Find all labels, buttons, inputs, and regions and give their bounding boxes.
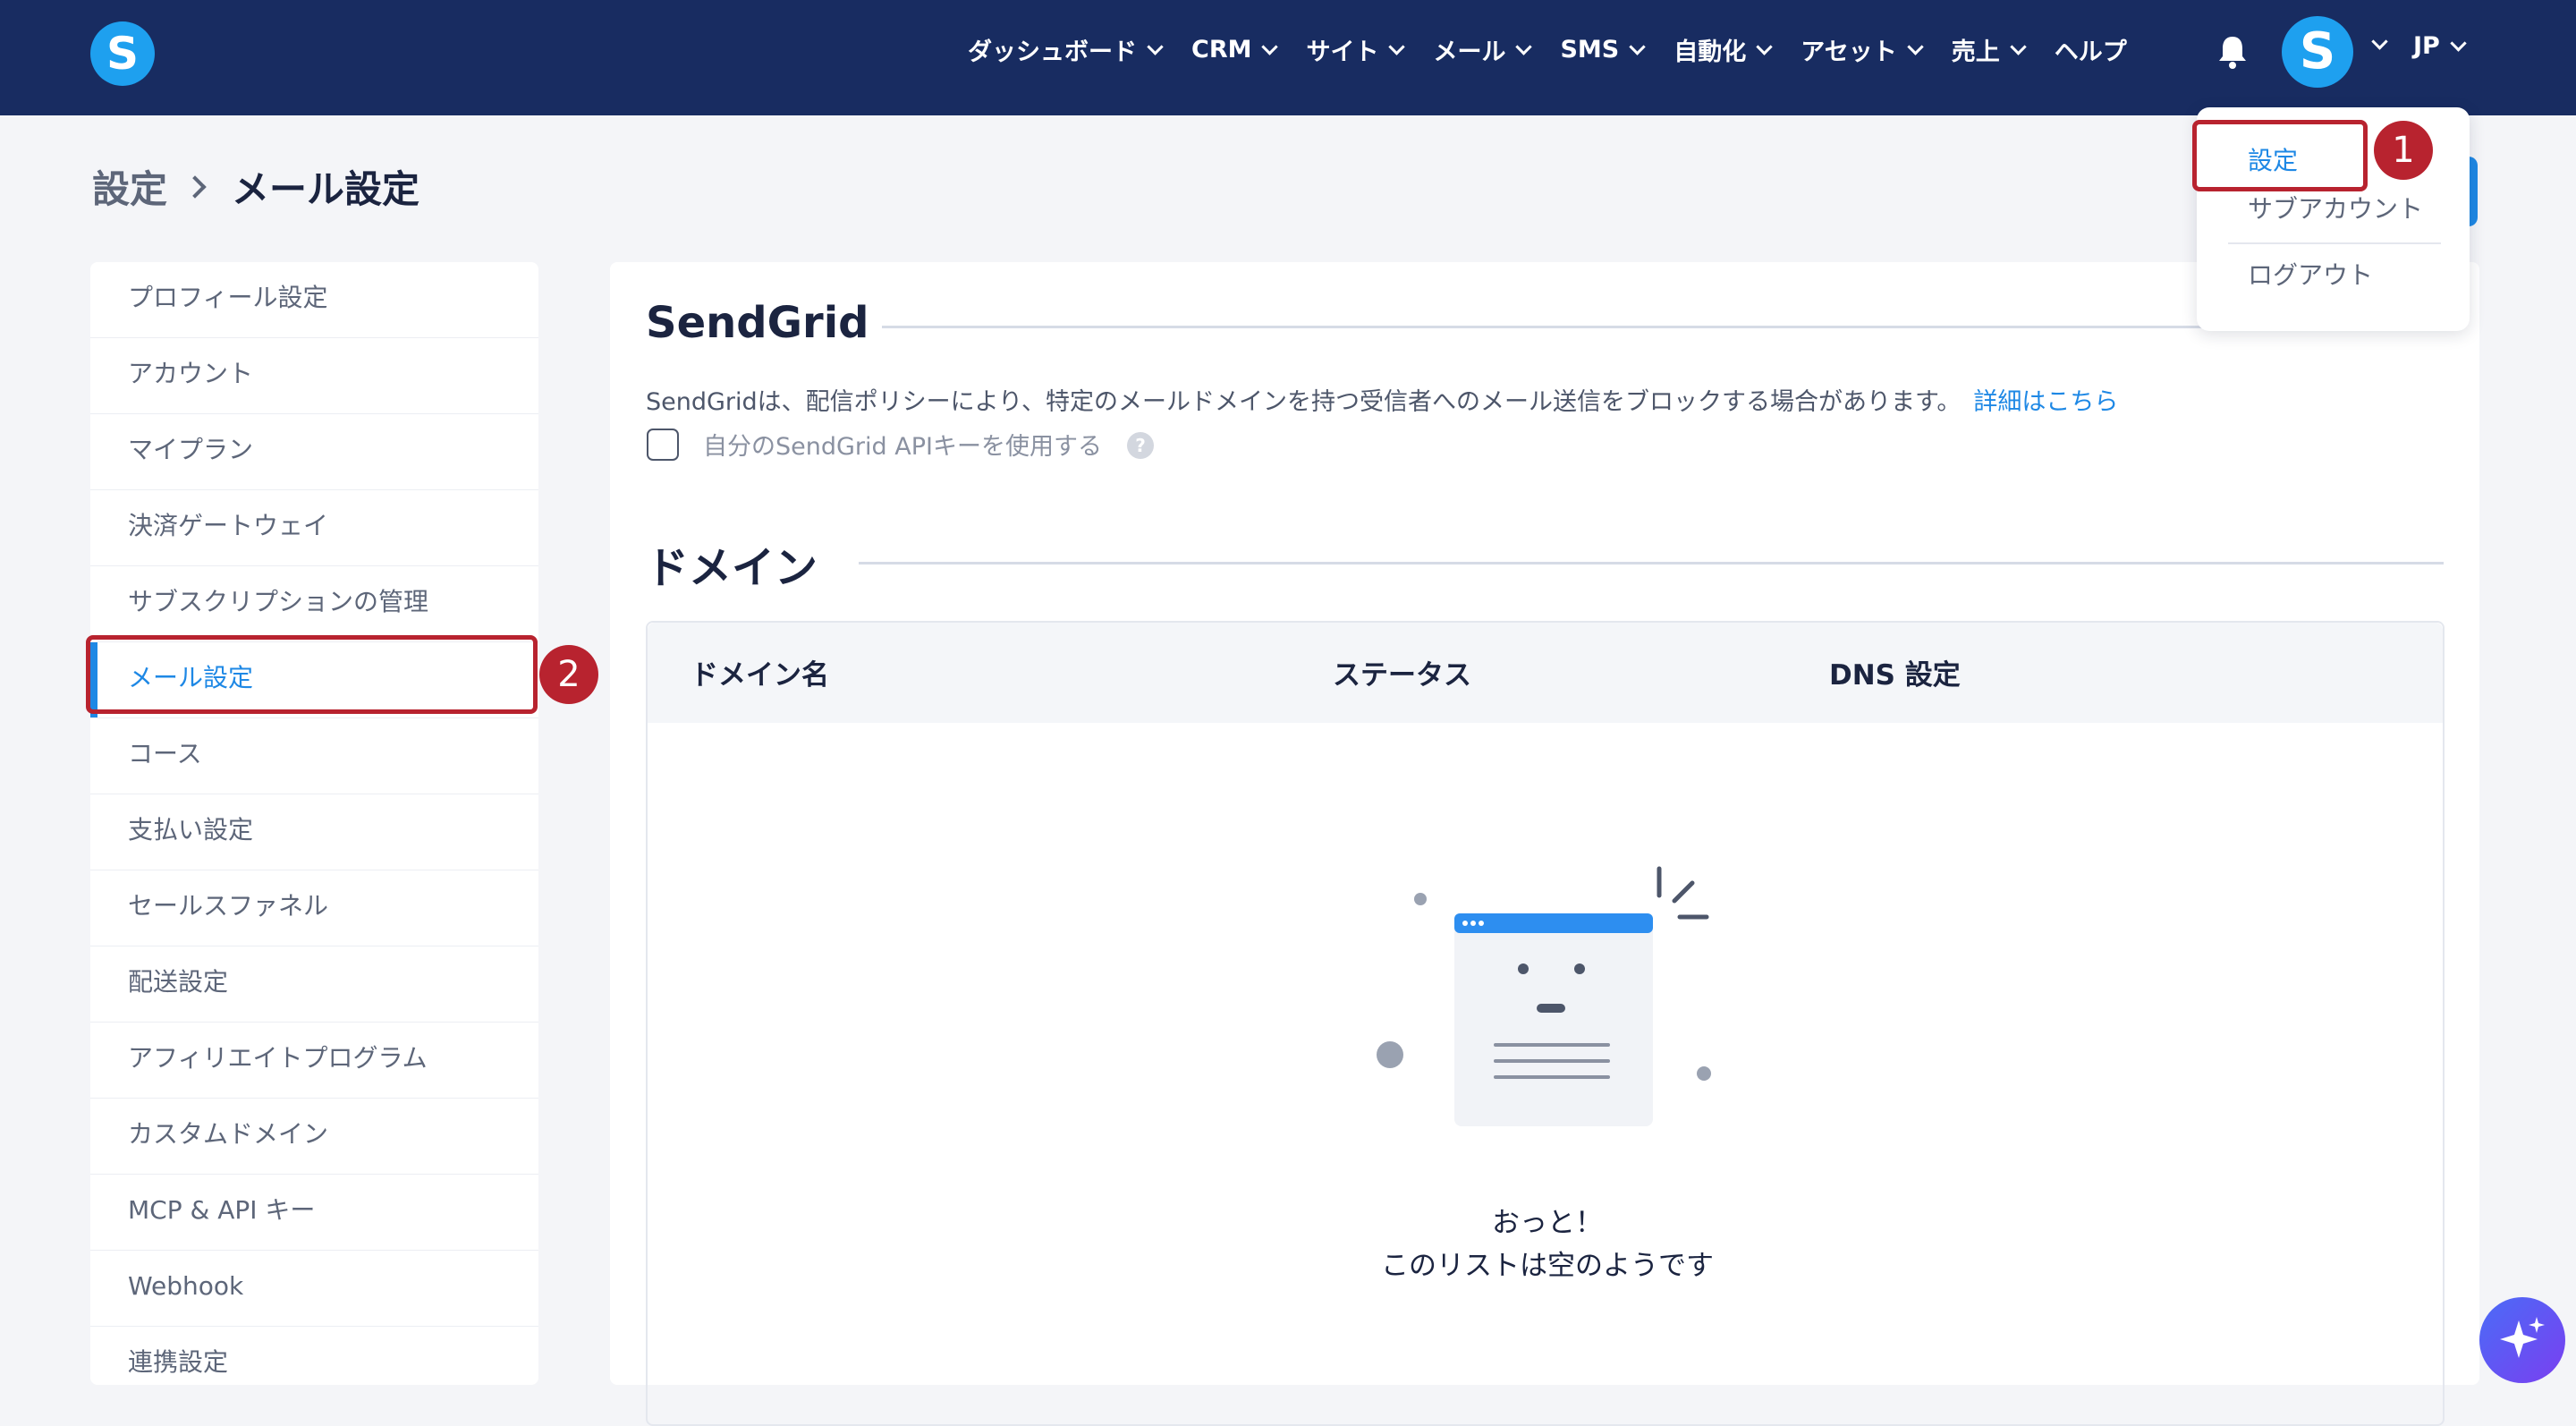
learn-more-link[interactable]: 詳細はこちら bbox=[1973, 388, 2118, 416]
nav-assets[interactable]: アセット bbox=[1801, 32, 1924, 67]
description-text: SendGridは、配信ポリシーにより、特定のメールドメインを持つ受信者へのメー… bbox=[646, 388, 1962, 416]
nav-help[interactable]: ヘルプ bbox=[2055, 32, 2127, 67]
chevron-down-icon[interactable] bbox=[2371, 33, 2388, 50]
highlight-box-email-settings bbox=[86, 635, 538, 714]
step-badge-2: 2 bbox=[539, 645, 598, 704]
top-navigation-bar: S ダッシュボード CRM サイト メール SMS 自動化 アセット 売上 ヘル… bbox=[0, 0, 2576, 115]
user-avatar[interactable]: S bbox=[2282, 16, 2353, 88]
column-dns-settings: DNS 設定 bbox=[1829, 659, 1961, 692]
sendgrid-description: SendGridは、配信ポリシーにより、特定のメールドメインを持つ受信者へのメー… bbox=[646, 382, 2118, 417]
help-icon[interactable]: ? bbox=[1127, 432, 1154, 459]
sidebar-item-payment-gateway[interactable]: 決済ゲートウェイ bbox=[90, 490, 538, 566]
chevron-down-icon bbox=[1261, 38, 1279, 55]
column-status: ステータス bbox=[1333, 659, 1471, 692]
sidebar-item-webhook[interactable]: Webhook bbox=[90, 1251, 538, 1327]
column-domain-name: ドメイン名 bbox=[691, 659, 829, 692]
chevron-down-icon bbox=[1629, 38, 1646, 55]
empty-state-subtitle: このリストは空のようです bbox=[1381, 1250, 1714, 1282]
sidebar-item-courses[interactable]: コース bbox=[90, 718, 538, 794]
nav-label: ヘルプ bbox=[2054, 38, 2127, 66]
chevron-right-icon bbox=[183, 174, 207, 199]
nav-label: ダッシュボード bbox=[968, 38, 1137, 66]
page-title: メール設定 bbox=[232, 167, 420, 211]
chevron-down-icon bbox=[1756, 38, 1773, 55]
nav-site[interactable]: サイト bbox=[1306, 32, 1406, 67]
language-label: JP bbox=[2413, 32, 2440, 60]
breadcrumb-parent[interactable]: 設定 bbox=[92, 159, 167, 214]
nav-label: 売上 bbox=[1951, 38, 2000, 66]
ai-assistant-button[interactable] bbox=[2479, 1297, 2565, 1383]
nav-label: アセット bbox=[1801, 38, 1897, 66]
settings-sidebar: プロフィール設定 アカウント マイプラン 決済ゲートウェイ サブスクリプションの… bbox=[90, 262, 538, 1385]
menu-item-sub-account[interactable]: サブアカウント bbox=[2248, 190, 2423, 225]
empty-state-message: おっと！ このリストは空のようです bbox=[1190, 1201, 1905, 1287]
language-selector[interactable]: JP bbox=[2413, 32, 2468, 60]
nav-label: CRM bbox=[1191, 35, 1252, 64]
sidebar-item-integrations[interactable]: 連携設定 bbox=[90, 1327, 538, 1385]
breadcrumb: 設定 メール設定 bbox=[92, 159, 419, 214]
table-header: ドメイン名 ステータス DNS 設定 bbox=[648, 623, 2443, 723]
chevron-down-icon bbox=[2010, 38, 2027, 55]
domain-title: ドメイン bbox=[646, 543, 818, 593]
chevron-down-icon bbox=[1147, 38, 1164, 55]
section-divider bbox=[859, 562, 2444, 564]
nav-label: SMS bbox=[1560, 35, 1620, 64]
sidebar-item-custom-domain[interactable]: カスタムドメイン bbox=[90, 1099, 538, 1175]
empty-list-illustration bbox=[1377, 866, 1711, 1126]
nav-sms[interactable]: SMS bbox=[1560, 36, 1647, 64]
app-logo[interactable]: S bbox=[90, 21, 155, 86]
chevron-down-icon bbox=[1515, 38, 1533, 55]
chevron-down-icon bbox=[1907, 38, 1924, 55]
menu-item-logout[interactable]: ログアウト bbox=[2248, 256, 2373, 292]
step-badge-1: 1 bbox=[2374, 121, 2433, 180]
nav-label: サイト bbox=[1306, 38, 1379, 66]
nav-mail[interactable]: メール bbox=[1433, 32, 1533, 67]
empty-state-title: おっと！ bbox=[1492, 1207, 1603, 1239]
chevron-down-icon bbox=[2450, 35, 2467, 52]
sidebar-item-mcp-api-keys[interactable]: MCP & API キー bbox=[90, 1175, 538, 1251]
sparkle-icon bbox=[2500, 1317, 2545, 1358]
highlight-box-settings bbox=[2192, 120, 2368, 191]
nav-crm[interactable]: CRM bbox=[1191, 36, 1279, 64]
sidebar-item-subscriptions[interactable]: サブスクリプションの管理 bbox=[90, 566, 538, 642]
main-nav: ダッシュボード CRM サイト メール SMS 自動化 アセット 売上 ヘルプ bbox=[968, 0, 2154, 98]
nav-automation[interactable]: 自動化 bbox=[1674, 32, 1774, 67]
sidebar-item-sales-funnel[interactable]: セールスファネル bbox=[90, 870, 538, 946]
nav-dashboard[interactable]: ダッシュボード bbox=[968, 32, 1165, 67]
use-own-api-key-checkbox[interactable] bbox=[647, 429, 679, 461]
nav-sales[interactable]: 売上 bbox=[1952, 32, 2028, 67]
menu-divider bbox=[2228, 242, 2441, 244]
sidebar-item-payment-settings[interactable]: 支払い設定 bbox=[90, 794, 538, 870]
sidebar-item-account[interactable]: アカウント bbox=[90, 338, 538, 414]
sendgrid-title: SendGrid bbox=[646, 298, 869, 348]
nav-label: メール bbox=[1433, 38, 1506, 66]
nav-label: 自動化 bbox=[1674, 38, 1747, 66]
sidebar-item-profile[interactable]: プロフィール設定 bbox=[90, 262, 538, 338]
sidebar-item-my-plan[interactable]: マイプラン bbox=[90, 414, 538, 490]
sidebar-item-shipping[interactable]: 配送設定 bbox=[90, 946, 538, 1023]
chevron-down-icon bbox=[1388, 38, 1406, 55]
bell-icon[interactable] bbox=[2217, 34, 2248, 70]
use-own-api-key-label[interactable]: 自分のSendGrid APIキーを使用する bbox=[703, 427, 1102, 462]
sidebar-item-affiliate[interactable]: アフィリエイトプログラム bbox=[90, 1023, 538, 1099]
